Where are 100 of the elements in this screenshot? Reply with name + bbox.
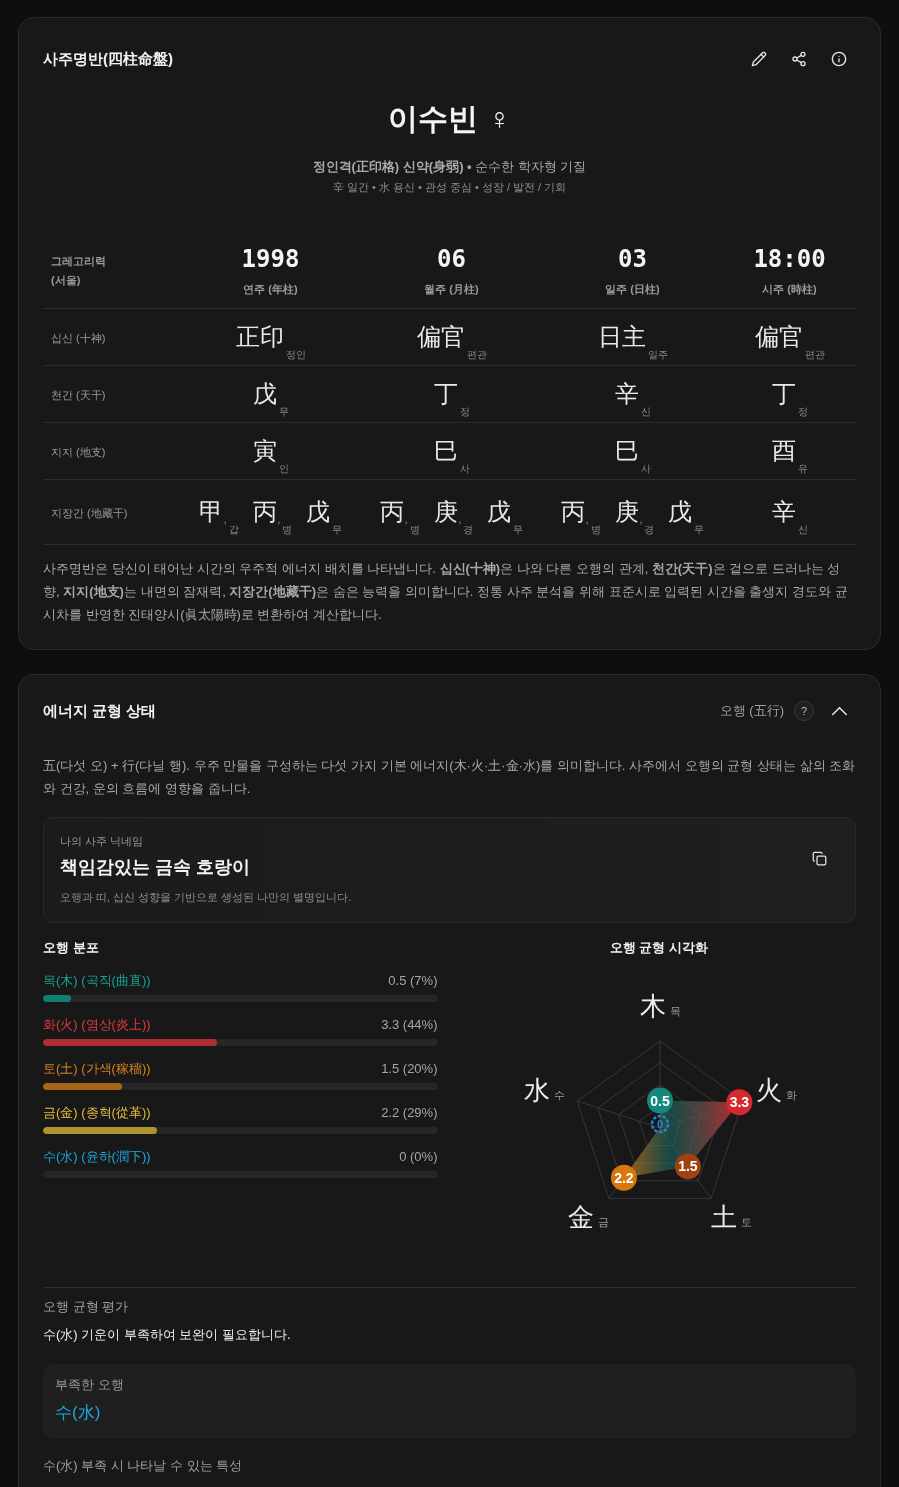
gender-symbol: ♀ [488, 101, 511, 137]
pillar-value: 18:00 [753, 244, 826, 274]
element-label: 화(火) (염상(炎上)) [43, 1016, 151, 1034]
hanja-text: 辛 [614, 379, 639, 409]
pillar-value: 06 [437, 244, 466, 274]
point-value: 0 [656, 1118, 663, 1130]
reading-text: 유 [797, 463, 808, 474]
description-text: 사주명반은 당신이 태어난 시간의 우주적 에너지 배치를 나타냅니다. 십신(十神)은 나와 다른 오행의 관계, 천간(天干)은 겉으로 드러나는 성향, 지지(地支)는 내면의 잠재력, 지장간(地藏干)은 숨은 능력을 의미합니다. 정통 사주 분석을 위해 표준시로 입력된 시간을 출생지 경도와 균시차를 반영한 진태양시(眞太陽時)로 변환하여 계산합니다. [43, 560, 849, 624]
reading-text: 무 [513, 524, 524, 535]
assessment-text: 수(水) 기운이 부족하여 보완이 필요합니다. [43, 1326, 291, 1344]
copy-icon[interactable] [812, 851, 827, 866]
lacking-label: 부족한 오행 [55, 1376, 124, 1394]
hanja-text: 偏官 [416, 322, 465, 352]
element-value: 0 (0%) [399, 1148, 438, 1166]
reading-text: 신 [640, 406, 651, 417]
calendar-label: 그레고리력 [51, 254, 106, 269]
hanja-text: 辛 [771, 497, 796, 527]
element-value: 3.3 (44%) [381, 1016, 438, 1034]
hanja-text: 巳 [433, 436, 458, 466]
section-title: 에너지 균형 상태 [43, 701, 157, 721]
reading-text: 신 [797, 524, 808, 535]
reading-text: 정 [797, 406, 808, 417]
hanja-text: 正印 [235, 322, 284, 352]
reading-text: 무 [332, 524, 343, 535]
element-label: 토(土) (가색(稼穡)) [43, 1060, 151, 1078]
share-icon[interactable] [791, 51, 807, 67]
point-value: 3.3 [729, 1094, 749, 1111]
reading-text: 무 [278, 406, 289, 417]
distribution-title: 오행 분포 [43, 939, 99, 957]
hanja-text: 庚 [433, 497, 458, 527]
pencil-icon[interactable] [751, 51, 767, 67]
element-label: 목(木) (곡직(曲直)) [43, 972, 151, 990]
axis-label: 金 금 [567, 1201, 609, 1232]
comma-separator: , [277, 515, 281, 525]
comma-separator: , [404, 515, 408, 525]
axis-label: 火 화 [755, 1075, 796, 1106]
reading-text: 무 [694, 524, 705, 535]
point-value: 0.5 [649, 1092, 670, 1109]
hanja-text: 丙 [252, 497, 277, 527]
nickname-text: 책임감있는 금속 호랑이 [60, 856, 250, 879]
pillar-value: 03 [618, 244, 647, 274]
hanja-text: 日主 [597, 322, 646, 352]
topic-label: 오행 (五行) [719, 702, 784, 721]
axis-label: 木 목 [639, 991, 680, 1021]
point-value: 2.2 [613, 1169, 634, 1186]
hanja-text: 丙 [560, 497, 585, 527]
hanja-text: 戊 [252, 379, 277, 409]
info-icon[interactable] [831, 51, 847, 67]
row-label: 지지 (地支) [51, 446, 106, 458]
axis-label: 水 수 [523, 1075, 564, 1106]
description-text: 五(다섯 오) + 行(다닐 행). 우주 만물을 구성하는 다섯 가지 기본 에너지(木·火·土·金·水)를 의미합니다. 사주에서 오행의 균형 상태는 삶의 조화와 건강, 운의 흐름에 영향을 줍니다. [43, 757, 856, 798]
assessment-label: 오행 균형 평가 [43, 1298, 129, 1316]
hanja-text: 丁 [771, 379, 796, 409]
hanja-text: 丁 [433, 379, 458, 409]
element-value: 2.2 (29%) [381, 1104, 438, 1122]
hanja-text: 庚 [614, 497, 639, 527]
element-label: 금(金) (종혁(從革)) [43, 1104, 151, 1122]
element-value: 1.5 (20%) [381, 1060, 438, 1078]
pillar-label: 연주 (年柱) [243, 282, 298, 297]
element-value: 0.5 (7%) [388, 972, 438, 990]
reading-text: 편관 [466, 349, 487, 360]
help-button[interactable]: ? [794, 701, 814, 721]
nickname-label: 나의 사주 닉네임 [60, 834, 144, 849]
pillar-label: 시주 (時柱) [762, 282, 817, 297]
reading-text: 정인 [285, 349, 306, 360]
point-value: 1.5 [677, 1158, 698, 1175]
radar-title: 오행 균형 시각화 [609, 939, 708, 957]
location-label: (서울) [51, 273, 81, 288]
hanja-text: 巳 [614, 436, 639, 466]
reading-text: 사 [640, 463, 651, 474]
reading-text: 인 [278, 463, 289, 474]
hanja-text: 寅 [252, 436, 277, 466]
reading-text: 사 [459, 463, 470, 474]
reading-text: 편관 [804, 349, 825, 360]
reading-text: 병 [409, 524, 420, 535]
reading-text: 정 [459, 406, 470, 417]
comma-separator: , [639, 515, 643, 525]
traits-heading: 수(水) 부족 시 나타날 수 있는 특성 [43, 1457, 243, 1475]
comma-separator: , [223, 515, 227, 525]
type-summary: 정인격(正印格) 신약(身弱) • 순수한 학자형 기질 [312, 158, 587, 176]
reading-text: 경 [463, 524, 474, 535]
comma-separator: , [585, 515, 589, 525]
reading-text: 일주 [647, 349, 668, 360]
card-title: 사주명반(四柱命盤) [43, 49, 173, 69]
hanja-text: 戊 [306, 497, 331, 527]
hanja-text: 戊 [487, 497, 512, 527]
comma-separator: , [458, 515, 462, 525]
row-label: 지장간 (地藏干) [51, 507, 128, 519]
hanja-text: 酉 [771, 436, 796, 466]
hanja-text: 戊 [668, 497, 693, 527]
reading-text: 경 [644, 524, 655, 535]
pillar-value: 1998 [241, 244, 300, 274]
row-label: 십신 (十神) [51, 332, 106, 344]
hanja-text: 甲 [198, 497, 223, 527]
chevron-up-icon[interactable] [832, 706, 847, 716]
row-label: 천간 (天干) [51, 389, 106, 401]
reading-text: 병 [590, 524, 601, 535]
hanja-text: 偏官 [754, 322, 803, 352]
hanja-text: 丙 [379, 497, 404, 527]
keyword-tags: 辛 일간 • 水 용신 • 관성 중심 • 성장 / 발전 / 기회 [332, 178, 567, 196]
